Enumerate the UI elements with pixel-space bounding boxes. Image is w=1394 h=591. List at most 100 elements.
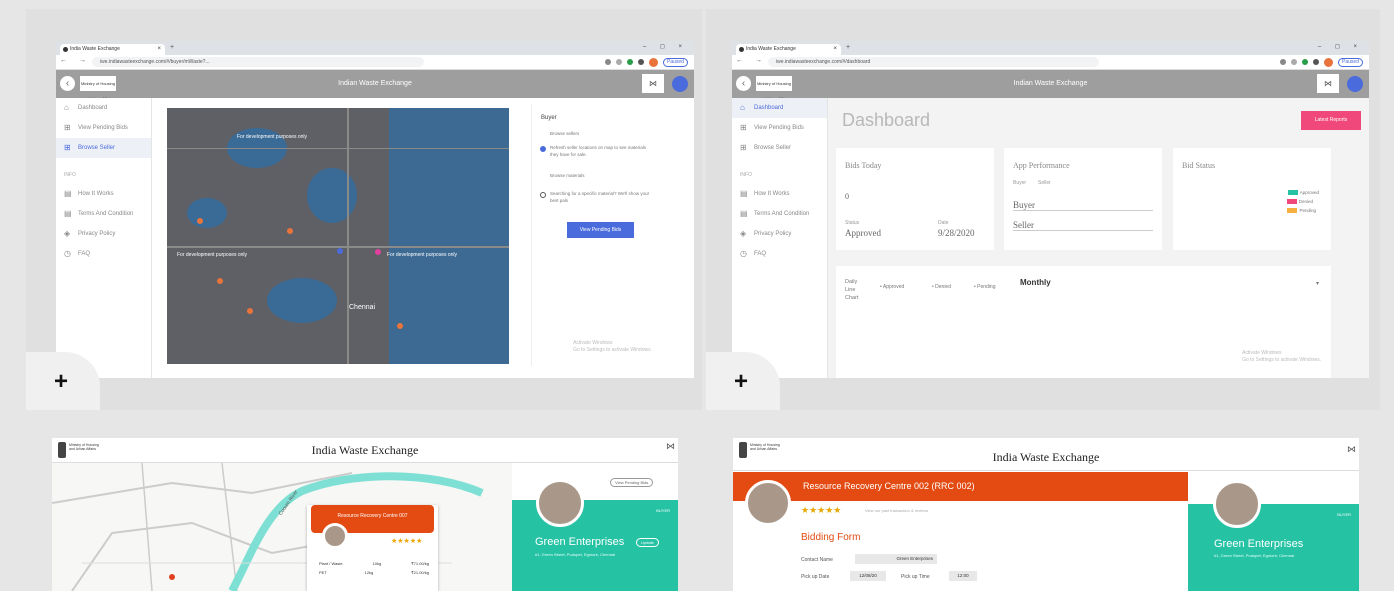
browser-window: India Waste Exchange × + – ◻ × ← → C iwe.… [732, 41, 1369, 378]
brand-mark-icon: ⋈ [666, 441, 675, 451]
legend-denied: Denied [1286, 199, 1313, 204]
sidebar-item-faq[interactable]: ◷ FAQ [56, 244, 151, 264]
bids-today-card: Bids Today 0 Status Approved Date 9/28/2… [836, 148, 994, 250]
favicon-icon [63, 47, 68, 52]
bid-status-title: Bid Status [1182, 161, 1216, 170]
close-tab-icon[interactable]: × [157, 44, 161, 55]
grid-icon: ⊞ [740, 143, 747, 152]
latest-reports-button[interactable]: Latest Reports [1301, 111, 1361, 130]
buyer-panel: Buyer Browse sellers Refresh seller loca… [531, 104, 662, 366]
user-avatar[interactable] [672, 76, 688, 92]
role-tag: BUYER [1337, 512, 1351, 517]
puzzle-icon[interactable] [1313, 59, 1320, 65]
add-button[interactable]: + [26, 352, 100, 410]
sidebar-item-privacy[interactable]: ◈ Privacy Policy [56, 224, 151, 244]
radio-browse-sellers[interactable] [540, 146, 546, 152]
extension-icons: Paused [605, 57, 688, 67]
map-pin[interactable] [197, 218, 203, 224]
map-watermark: For development purposes only [237, 134, 308, 140]
profile-avatar[interactable] [649, 57, 659, 67]
profile-avatar[interactable] [1324, 57, 1334, 67]
sidebar-item-faq[interactable]: ◷ FAQ [732, 244, 827, 264]
sidebar-item-dashboard[interactable]: ⌂ Dashboard [56, 98, 151, 118]
seller-name: Green Enterprises [535, 536, 625, 548]
new-tab-button[interactable]: + [846, 44, 850, 51]
star-icon[interactable] [1291, 59, 1298, 65]
window-controls[interactable]: – ◻ × [1318, 43, 1363, 50]
search-icon[interactable] [605, 59, 612, 65]
map-watermark: For development purposes only [177, 252, 248, 258]
seller-address: #1, Green Street, Pudupet, Egmore, Chenn… [535, 552, 616, 557]
puzzle-icon[interactable] [638, 59, 645, 65]
rrc-banner: Resource Recovery Centre 002 (RRC 002) [733, 472, 1188, 501]
sidebar: ⌂ Dashboard ⊞ View Pending Bids ⊞ Browse Se… [56, 98, 152, 378]
map-pin[interactable] [247, 308, 253, 314]
map-view[interactable]: Chennai For development purposes only Fo… [167, 108, 509, 364]
page-header: Ministry of Housing and Urban Affairs In… [52, 438, 678, 463]
sidebar-section-info: INFO [64, 172, 76, 178]
perf-row-buyer: Buyer [1013, 200, 1153, 211]
sidebar-item-pending-bids[interactable]: ⊞ View Pending Bids [732, 118, 827, 138]
sidebar-item-pending-bids[interactable]: ⊞ View Pending Bids [56, 118, 151, 138]
home-icon: ⌂ [64, 103, 69, 112]
app-header: ‹ Ministry of Housing and Urban Affairs … [56, 70, 694, 101]
window-controls[interactable]: – ◻ × [643, 43, 688, 50]
map-pin[interactable] [337, 248, 343, 254]
period-select[interactable]: Monthly [1020, 278, 1051, 287]
sidebar-item-terms[interactable]: ▤ Terms And Condition [732, 204, 827, 224]
address-input[interactable]: iwe.indiawasteexchange.com/#/dashboard [768, 57, 1100, 67]
bids-today-count: 0 [845, 192, 849, 201]
browser-tab[interactable]: India Waste Exchange × [60, 44, 165, 55]
radio-browse-materials[interactable] [540, 192, 546, 198]
seller-popup[interactable]: Resource Recovery Centre 007 ★★★★★ Plant… [307, 505, 438, 591]
sidebar-item-dashboard[interactable]: ⌂ Dashboard [732, 98, 827, 118]
map-sea [389, 108, 509, 364]
contact-name-field[interactable]: Green Enterprises [855, 554, 937, 564]
sidebar-item-how-it-works[interactable]: ▤ How It Works [56, 184, 151, 204]
sidebar-item-terms[interactable]: ▤ Terms And Condition [56, 204, 151, 224]
paused-badge[interactable]: Paused [663, 57, 688, 67]
view-pending-bids-pill[interactable]: View Pending Bids [610, 478, 654, 487]
waste-table: Plant / Waste 10kg ₹71.00/kg PET 12kg ₹21.00… [319, 561, 429, 575]
sidebar-item-privacy[interactable]: ◈ Privacy Policy [732, 224, 827, 244]
search-icon[interactable] [1280, 59, 1287, 65]
sidebar-item-browse-seller[interactable]: ⊞ Browse Seller [732, 138, 827, 158]
chevron-down-icon[interactable]: ▾ [1316, 280, 1319, 287]
map-lake [187, 198, 227, 228]
grid-icon: ⊞ [64, 143, 71, 152]
map-pin[interactable] [287, 228, 293, 234]
shield-icon: ◈ [64, 229, 71, 238]
extension-icon[interactable] [627, 59, 634, 65]
status-value: Approved [845, 228, 881, 238]
pickup-date-field[interactable]: 12/08/20 [850, 571, 886, 581]
pickup-time-field[interactable]: 12:00 [949, 571, 977, 581]
extension-icon[interactable] [1302, 59, 1309, 65]
avatar [1213, 480, 1261, 528]
street-map[interactable] [52, 463, 512, 591]
map-pin[interactable] [217, 278, 223, 284]
map-pin[interactable] [397, 323, 403, 329]
tile-map-popup: Ministry of Housing and Urban Affairs In… [52, 438, 678, 591]
update-button[interactable]: Update [636, 538, 659, 547]
sidebar-section-info: INFO [740, 172, 752, 178]
new-tab-button[interactable]: + [170, 44, 174, 51]
paused-badge[interactable]: Paused [1338, 57, 1363, 67]
sidebar-item-browse-seller[interactable]: ⊞ Browse Seller [56, 138, 151, 158]
role-tag: BUYER [656, 508, 670, 513]
user-avatar[interactable] [1347, 76, 1363, 92]
add-button[interactable]: + [706, 352, 780, 410]
app-performance-card: App Performance Buyer Seller Buyer Selle… [1004, 148, 1162, 250]
map-pin[interactable] [375, 249, 381, 255]
view-pending-bids-button[interactable]: View Pending Bids [567, 222, 634, 238]
avatar [745, 480, 791, 526]
bid-status-card: Bid Status Approved Denied Pending [1173, 148, 1331, 250]
browser-window: India Waste Exchange × + – ◻ × ← → C iwe.… [56, 41, 694, 378]
perf-legend-buyer: Buyer [1013, 180, 1027, 186]
brand-mark-icon: ⋈ [642, 74, 664, 93]
sidebar-item-how-it-works[interactable]: ▤ How It Works [732, 184, 827, 204]
browser-tab[interactable]: India Waste Exchange × [736, 44, 841, 55]
star-icon[interactable] [616, 59, 623, 65]
address-input[interactable]: iwe.indiawasteexchange.com/#/buyer/mWast… [92, 57, 424, 67]
rating-note[interactable]: View our past transaction & reviews [865, 508, 928, 513]
close-tab-icon[interactable]: × [833, 44, 837, 55]
